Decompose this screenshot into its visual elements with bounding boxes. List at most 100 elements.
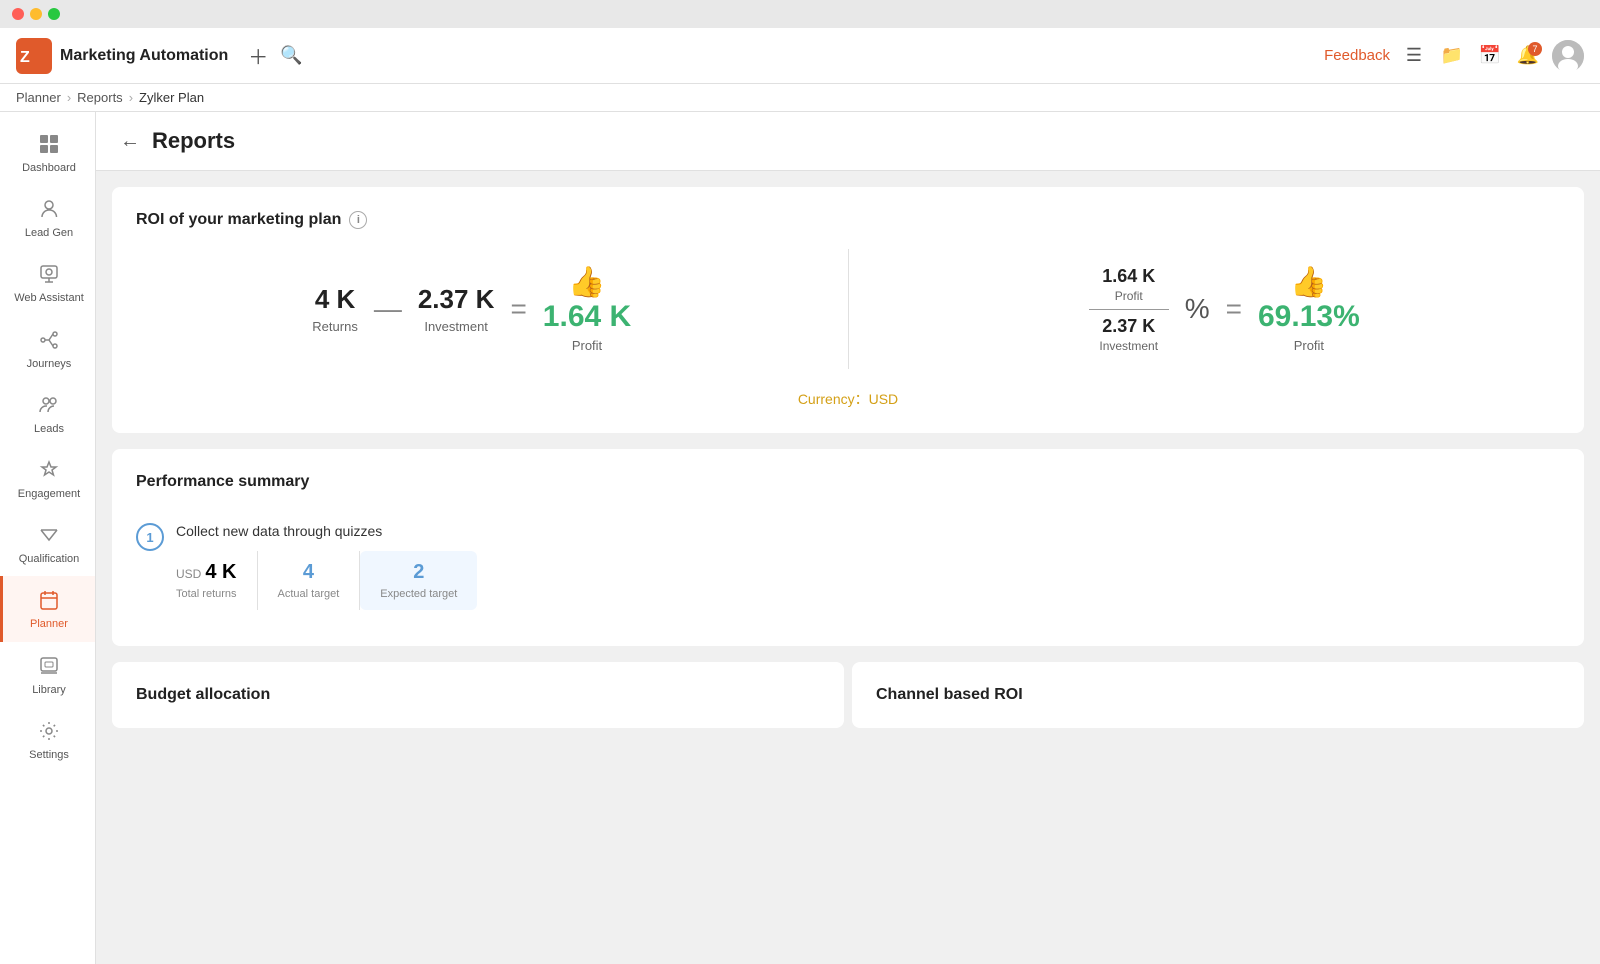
roi-investment-label: Investment: [418, 319, 495, 334]
roi-equals2-op: =: [1226, 293, 1242, 325]
sidebar-item-dashboard[interactable]: Dashboard: [0, 120, 95, 185]
user-avatar[interactable]: [1552, 40, 1584, 72]
channel-roi-card: Channel based ROI: [852, 662, 1584, 728]
sidebar-planner-label: Planner: [30, 618, 68, 631]
roi-info-icon[interactable]: i: [349, 211, 367, 229]
expected-target-value: 2: [380, 561, 457, 584]
roi-fraction-denominator: 2.37 K: [1089, 316, 1169, 337]
budget-allocation-card: Budget allocation: [112, 662, 844, 728]
total-returns-label: Total returns: [176, 588, 237, 600]
app-logo: Z Marketing Automation: [16, 38, 228, 74]
content-area: ← Reports ROI of your marketing plan i 4…: [96, 112, 1600, 964]
topbar-actions: Feedback ☰ 📁 📅 🔔 7: [1324, 40, 1584, 72]
actual-target-metric: 4 Actual target: [258, 551, 361, 610]
topbar: Z Marketing Automation ＋ 🔍 Feedback ☰ 📁 …: [0, 28, 1600, 84]
sidebar-engagement-label: Engagement: [18, 488, 80, 501]
engagement-icon: [35, 456, 63, 484]
roi-profit-pct-label: Profit: [1258, 338, 1360, 353]
performance-summary-card: Performance summary 1 Collect new data t…: [112, 449, 1584, 646]
web-assistant-icon: [35, 260, 63, 288]
sidebar-item-engagement[interactable]: Engagement: [0, 446, 95, 511]
sidebar-item-leads[interactable]: Leads: [0, 381, 95, 446]
list-view-icon[interactable]: ☰: [1400, 42, 1428, 70]
back-button[interactable]: ←: [120, 130, 140, 153]
thumbs-up-pct-icon: 👍: [1258, 265, 1360, 300]
dashboard-icon: [35, 130, 63, 158]
roi-fraction-numerator-label: Profit: [1089, 289, 1169, 303]
total-returns-value: 4 K: [205, 561, 236, 584]
breadcrumb-sep-2: ›: [129, 90, 133, 105]
roi-right-formula: 1.64 K Profit 2.37 K Investment % = 👍 69…: [889, 265, 1561, 353]
journeys-icon: [35, 326, 63, 354]
roi-divider: [848, 249, 849, 369]
total-returns-currency-value: USD 4 K: [176, 561, 237, 584]
sidebar-qualification-label: Qualification: [19, 553, 80, 566]
breadcrumb-planner[interactable]: Planner: [16, 90, 61, 105]
breadcrumb-current: Zylker Plan: [139, 90, 204, 105]
perf-detail: Collect new data through quizzes USD 4 K…: [176, 523, 1560, 610]
sidebar-dashboard-label: Dashboard: [22, 162, 76, 175]
roi-minus-op: —: [374, 293, 402, 325]
notification-badge: 7: [1528, 42, 1542, 56]
sidebar-library-label: Library: [32, 684, 66, 697]
zoho-logo-icon: Z: [16, 38, 52, 74]
close-dot[interactable]: [12, 8, 24, 20]
sidebar-lead-gen-label: Lead Gen: [25, 227, 73, 240]
page-header: ← Reports: [96, 112, 1600, 171]
sidebar-web-assistant-label: Web Assistant: [14, 292, 84, 305]
perf-item: 1 Collect new data through quizzes USD 4…: [136, 511, 1560, 622]
sidebar-leads-label: Leads: [34, 423, 64, 436]
perf-metrics: USD 4 K Total returns 4 Actual target 2 …: [176, 551, 1560, 610]
calendar-icon[interactable]: 📅: [1476, 42, 1504, 70]
sidebar-journeys-label: Journeys: [27, 358, 72, 371]
roi-profit-pct-result: 👍 69.13% Profit: [1258, 265, 1360, 353]
svg-text:Z: Z: [20, 49, 30, 66]
roi-returns: 4 K Returns: [312, 284, 358, 334]
sidebar-item-web-assistant[interactable]: Web Assistant: [0, 250, 95, 315]
percent-sign: %: [1185, 293, 1210, 325]
main-layout: Dashboard Lead Gen Web Assistant Journey…: [0, 112, 1600, 964]
minimize-dot[interactable]: [30, 8, 42, 20]
qualification-icon: [35, 521, 63, 549]
roi-investment: 2.37 K Investment: [418, 284, 495, 334]
expected-target-metric: 2 Expected target: [360, 551, 477, 610]
roi-profit-result: 👍 1.64 K Profit: [543, 265, 631, 353]
perf-name: Collect new data through quizzes: [176, 523, 1560, 539]
leads-icon: [35, 391, 63, 419]
add-button[interactable]: ＋: [248, 41, 268, 70]
sidebar-item-lead-gen[interactable]: Lead Gen: [0, 185, 95, 250]
sidebar-item-planner[interactable]: Planner: [0, 576, 95, 641]
roi-profit-label: Profit: [543, 338, 631, 353]
bottom-row: Budget allocation Channel based ROI: [112, 662, 1584, 728]
roi-fraction-numerator: 1.64 K: [1089, 266, 1169, 287]
roi-formula-row: 4 K Returns — 2.37 K Investment = 👍 1.64…: [136, 249, 1560, 369]
perf-summary-title: Performance summary: [136, 473, 1560, 491]
roi-equals1-op: =: [510, 293, 526, 325]
roi-fraction-denominator-label: Investment: [1089, 339, 1169, 353]
breadcrumb: Planner › Reports › Zylker Plan: [0, 84, 1600, 112]
sidebar-item-qualification[interactable]: Qualification: [0, 511, 95, 576]
planner-icon: [35, 586, 63, 614]
sidebar-item-library[interactable]: Library: [0, 642, 95, 707]
lead-gen-icon: [35, 195, 63, 223]
actual-target-value: 4: [278, 561, 340, 584]
search-button[interactable]: 🔍: [280, 45, 302, 66]
maximize-dot[interactable]: [48, 8, 60, 20]
page-title: Reports: [152, 128, 235, 154]
roi-profit-value: 1.64 K: [543, 300, 631, 334]
settings-icon: [35, 717, 63, 745]
budget-allocation-title: Budget allocation: [136, 686, 820, 704]
roi-returns-value: 4 K: [312, 284, 358, 315]
actual-target-label: Actual target: [278, 588, 340, 600]
notification-icon[interactable]: 🔔 7: [1514, 42, 1542, 70]
sidebar-item-journeys[interactable]: Journeys: [0, 316, 95, 381]
window-chrome: [0, 0, 1600, 28]
feedback-button[interactable]: Feedback: [1324, 47, 1390, 64]
roi-card: ROI of your marketing plan i 4 K Returns…: [112, 187, 1584, 433]
sidebar: Dashboard Lead Gen Web Assistant Journey…: [0, 112, 96, 964]
roi-fraction: 1.64 K Profit 2.37 K Investment: [1089, 266, 1169, 353]
sidebar-settings-label: Settings: [29, 749, 69, 762]
folder-icon[interactable]: 📁: [1438, 42, 1466, 70]
breadcrumb-reports[interactable]: Reports: [77, 90, 123, 105]
sidebar-item-settings[interactable]: Settings: [0, 707, 95, 772]
